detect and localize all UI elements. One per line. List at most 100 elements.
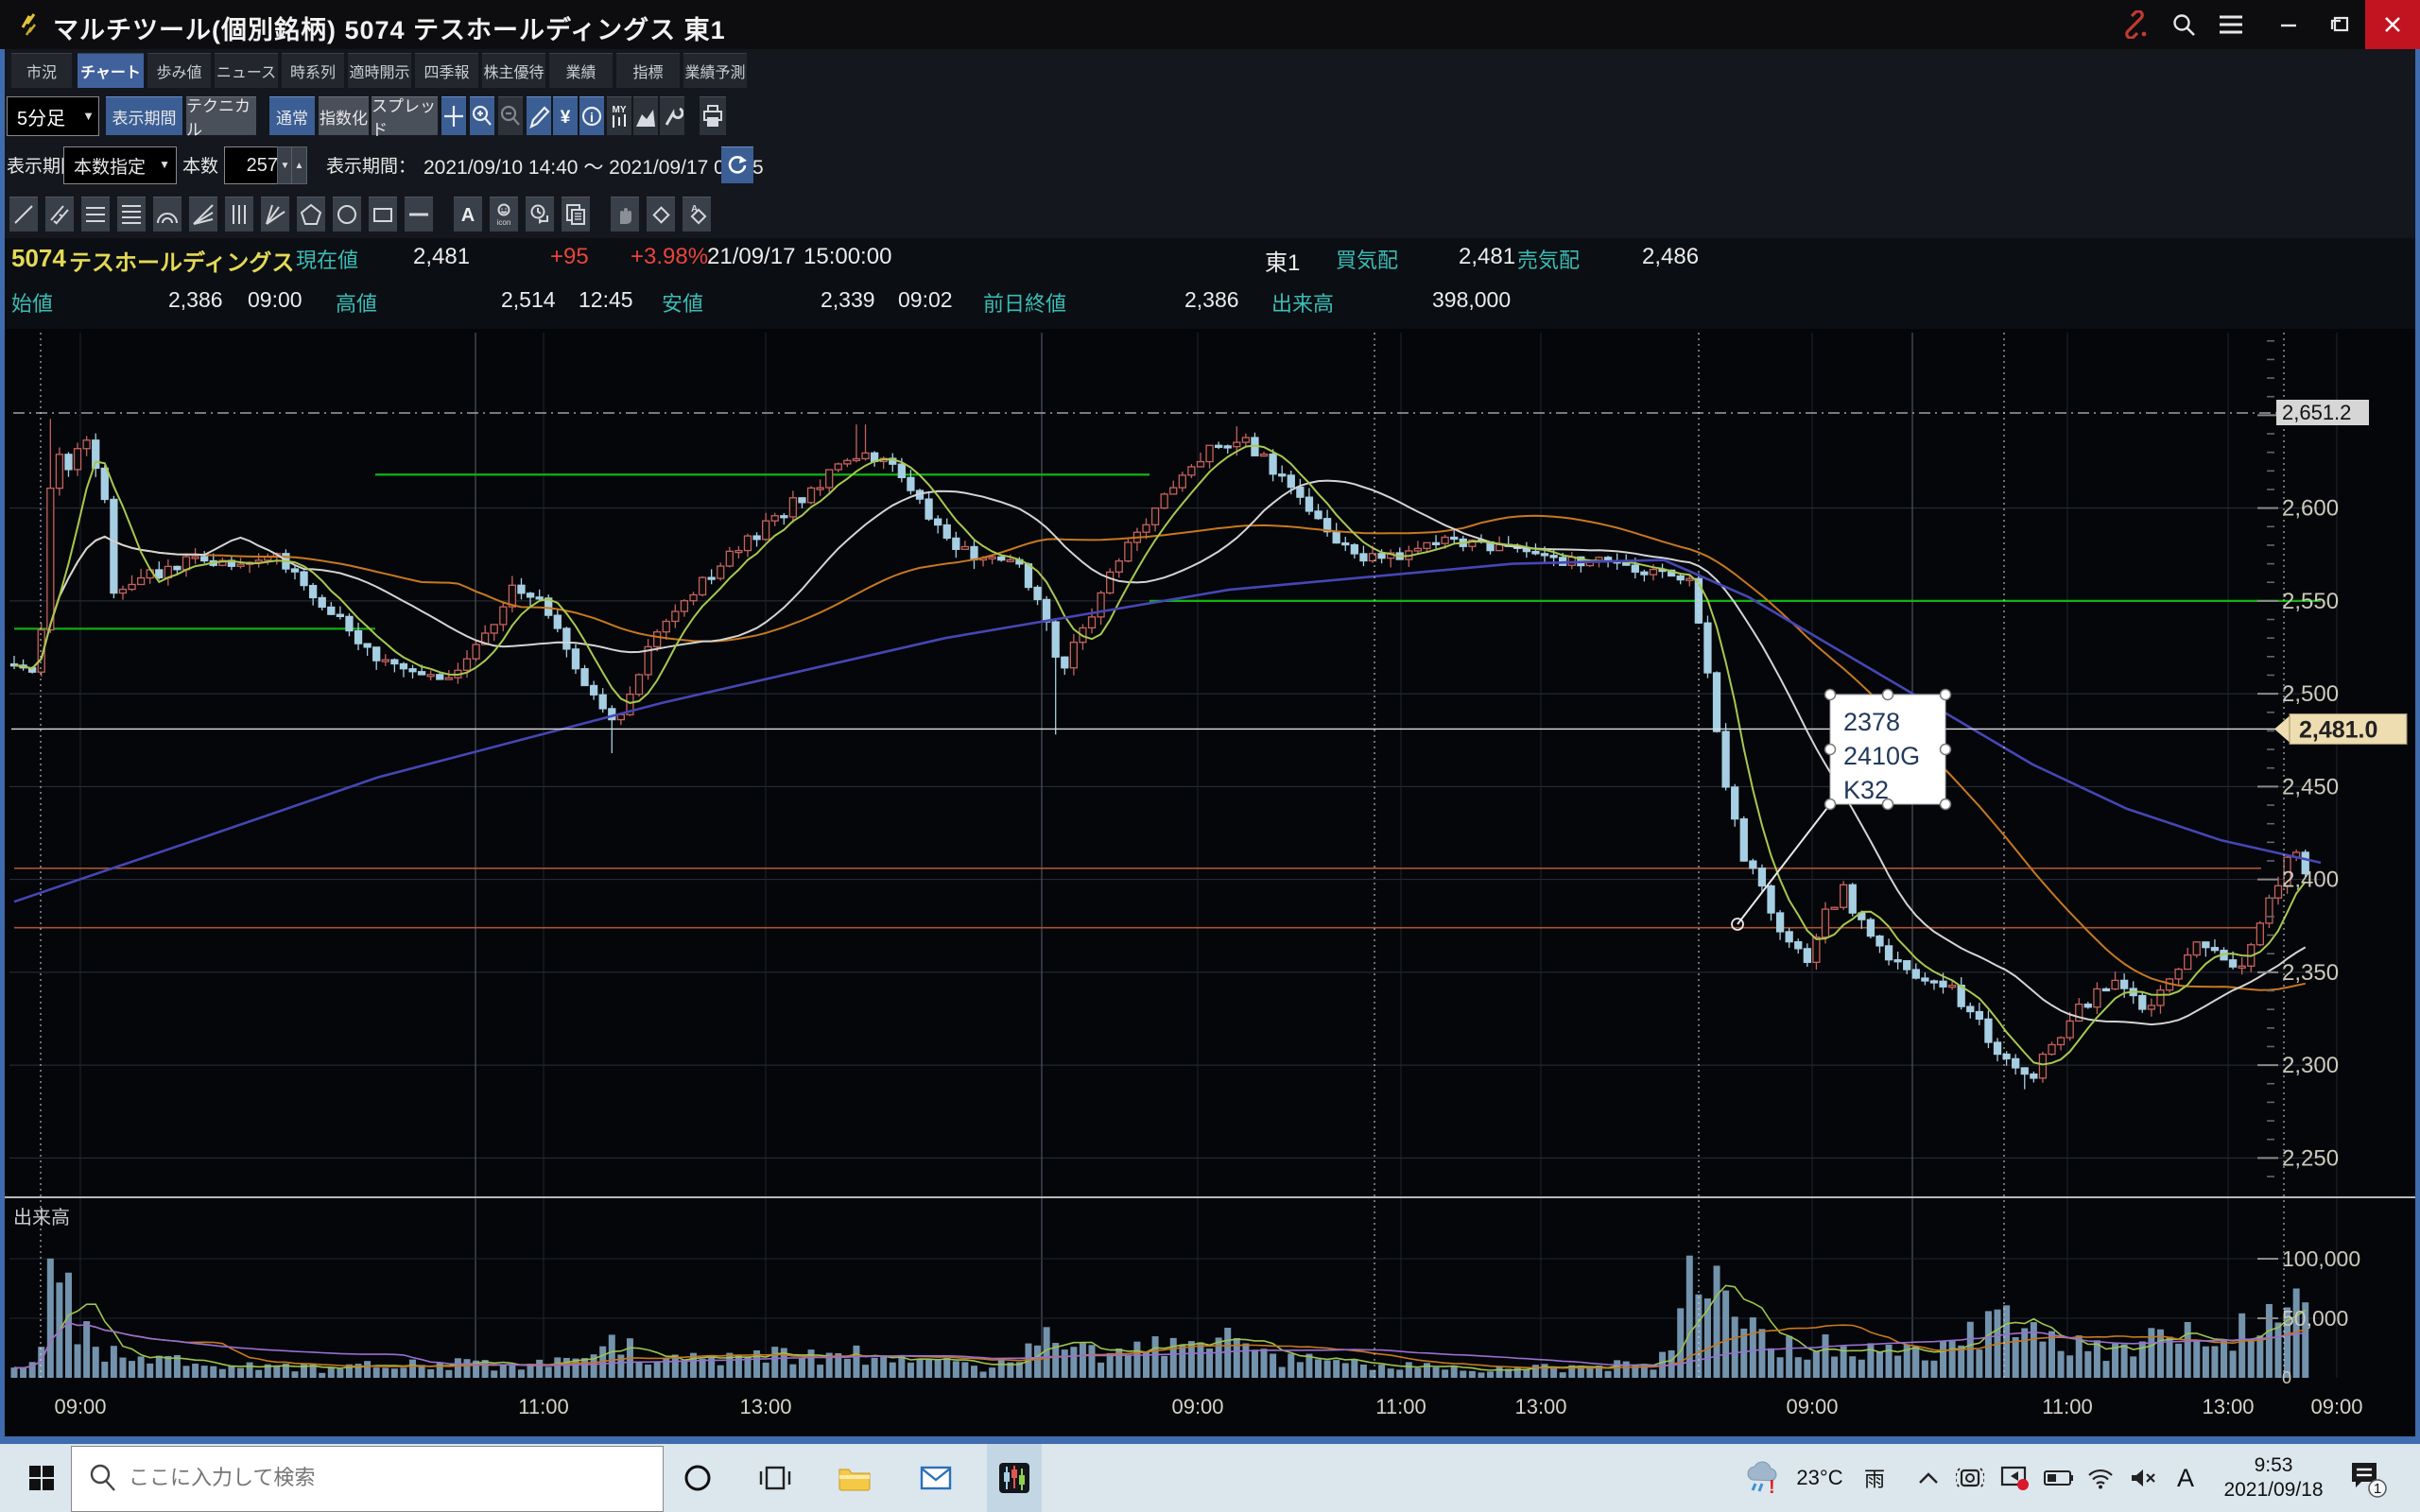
my-chart-icon[interactable]: MY xyxy=(607,96,631,135)
annotation-handle[interactable] xyxy=(1825,690,1836,700)
ask-label: 売気配 xyxy=(1517,244,1580,274)
toolbar-button-指数化[interactable]: 指数化 xyxy=(319,96,369,135)
maximize-button[interactable] xyxy=(2314,0,2365,49)
svg-text:0: 0 xyxy=(2282,1368,2291,1387)
tab-市況[interactable]: 市況 xyxy=(11,53,72,88)
annotation-handle[interactable] xyxy=(1941,799,1951,810)
text-tool-icon[interactable]: A xyxy=(454,197,482,232)
hand-tool-icon[interactable] xyxy=(611,197,639,232)
fan-lines-tool-icon[interactable] xyxy=(189,197,217,232)
clock[interactable]: 9:53 2021/09/18 xyxy=(2212,1444,2335,1512)
start-button[interactable] xyxy=(17,1444,66,1512)
vlines-tool-icon[interactable] xyxy=(225,197,253,232)
reset-period-button[interactable] xyxy=(721,146,753,183)
wifi-icon[interactable] xyxy=(2080,1444,2121,1512)
annotation-handle[interactable] xyxy=(1883,690,1893,700)
pencil-icon[interactable] xyxy=(527,96,551,135)
trading-app-icon[interactable] xyxy=(987,1444,1042,1512)
copy-tool-icon[interactable] xyxy=(562,197,590,232)
price-chart-canvas[interactable]: 2,6002,5502,5002,4502,4002,3502,3002,250… xyxy=(0,329,2420,1444)
range-label: 表示期間： xyxy=(326,152,416,178)
tab-四季報[interactable]: 四季報 xyxy=(415,53,478,88)
trendline-tool-icon[interactable] xyxy=(9,197,38,232)
annotation-handle[interactable] xyxy=(1825,799,1836,810)
tab-株主優待[interactable]: 株主優待 xyxy=(482,53,545,88)
count-up-button[interactable]: ▲ xyxy=(291,146,307,184)
notification-icon[interactable]: 1 xyxy=(2341,1444,2394,1512)
hlines-3-tool-icon[interactable] xyxy=(81,197,110,232)
icon-stamp-tool-icon[interactable]: icon xyxy=(490,197,518,232)
bid-label: 買気配 xyxy=(1336,244,1398,274)
svg-text:2,500: 2,500 xyxy=(2282,681,2339,707)
yen-icon[interactable]: ¥ xyxy=(553,96,578,135)
toolbar-button-表示期間[interactable]: 表示期間 xyxy=(106,96,182,135)
weather-condition[interactable]: 雨 xyxy=(1856,1444,1893,1512)
tab-指標[interactable]: 指標 xyxy=(616,53,680,88)
taskbar-search[interactable] xyxy=(71,1446,664,1512)
file-explorer-icon[interactable] xyxy=(828,1444,881,1512)
close-button[interactable] xyxy=(2365,0,2420,49)
bar-count-input[interactable]: 257 xyxy=(224,146,285,184)
ime-indicator[interactable]: A xyxy=(2165,1444,2206,1512)
annotation-handle[interactable] xyxy=(1941,745,1951,755)
toolbar-button-スプレッド[interactable]: スプレッド xyxy=(372,96,438,135)
hsegment-tool-icon[interactable] xyxy=(405,197,433,232)
time-axis-label: 13:00 xyxy=(739,1395,791,1418)
cortana-icon[interactable] xyxy=(673,1444,722,1512)
annotation-handle[interactable] xyxy=(1883,799,1893,810)
annotation-handle[interactable] xyxy=(1941,690,1951,700)
angle-lines-tool-icon[interactable] xyxy=(261,197,289,232)
ruler-tool-icon[interactable] xyxy=(45,197,74,232)
search-icon[interactable] xyxy=(2165,8,2203,42)
speaker-muted-icon[interactable] xyxy=(2121,1444,2163,1512)
timeframe-value: 5分足 xyxy=(17,103,65,130)
weather-temp[interactable]: 23°C xyxy=(1787,1444,1853,1512)
tray-expand-icon[interactable] xyxy=(1908,1444,1949,1512)
tab-適時開示[interactable]: 適時開示 xyxy=(348,53,411,88)
notification-count: 1 xyxy=(2374,1481,2381,1497)
high-value: 2,514 xyxy=(501,287,556,313)
pentagon-tool-icon[interactable] xyxy=(297,197,325,232)
time-axis-label: 09:00 xyxy=(2310,1395,2362,1418)
ellipse-tool-icon[interactable] xyxy=(333,197,361,232)
link-icon[interactable] xyxy=(2116,8,2153,42)
wrench-icon[interactable] xyxy=(660,96,684,135)
task-view-icon[interactable] xyxy=(749,1444,802,1512)
tab-時系列[interactable]: 時系列 xyxy=(282,53,344,88)
eraser-tool-icon[interactable] xyxy=(647,197,675,232)
toolbar-button-テクニカル[interactable]: テクニカル xyxy=(186,96,256,135)
display-share-icon[interactable] xyxy=(1993,1444,2036,1512)
period-mode-select[interactable]: 本数指定 ▼ xyxy=(63,146,177,184)
zoom-in-icon[interactable] xyxy=(470,96,494,135)
tab-業績[interactable]: 業績 xyxy=(549,53,613,88)
tab-業績予測[interactable]: 業績予測 xyxy=(683,53,747,88)
camera-device-icon[interactable] xyxy=(1949,1444,1991,1512)
time-axis-label: 09:00 xyxy=(1786,1395,1838,1418)
printer-icon[interactable] xyxy=(700,96,726,135)
minimize-button[interactable] xyxy=(2263,0,2314,49)
tab-歩み値[interactable]: 歩み値 xyxy=(147,53,211,88)
toolbar-button-通常[interactable]: 通常 xyxy=(269,96,315,135)
time-mark-tool-icon[interactable] xyxy=(526,197,554,232)
crosshair-plus-icon[interactable] xyxy=(441,96,466,135)
taskbar-search-input[interactable] xyxy=(127,1447,641,1509)
tab-チャート[interactable]: チャート xyxy=(78,53,144,88)
weather-icon[interactable]: ! xyxy=(1739,1444,1785,1512)
battery-icon[interactable] xyxy=(2038,1444,2080,1512)
rectangle-tool-icon[interactable] xyxy=(369,197,397,232)
zoom-out-icon[interactable] xyxy=(498,96,523,135)
hlines-4-tool-icon[interactable] xyxy=(117,197,146,232)
fib-arc-tool-icon[interactable] xyxy=(153,197,182,232)
annotation-handle[interactable] xyxy=(1825,745,1836,755)
tab-ニュース[interactable]: ニュース xyxy=(215,53,278,88)
volume-pane-label: 出来高 xyxy=(13,1207,70,1228)
time-axis-label: 13:00 xyxy=(2202,1395,2254,1418)
mail-icon[interactable] xyxy=(909,1444,962,1512)
menu-icon[interactable] xyxy=(2212,8,2250,42)
period-mode-value: 本数指定 xyxy=(74,153,146,179)
title-bar: マルチツール(個別銘柄) 5074 テスホールディングス 東1 xyxy=(0,0,2420,49)
info-icon[interactable]: i xyxy=(579,96,604,135)
area-chart-icon[interactable] xyxy=(633,96,658,135)
eraser-all-tool-icon[interactable]: A xyxy=(683,197,711,232)
timeframe-select[interactable]: 5分足 ▼ xyxy=(7,96,99,136)
